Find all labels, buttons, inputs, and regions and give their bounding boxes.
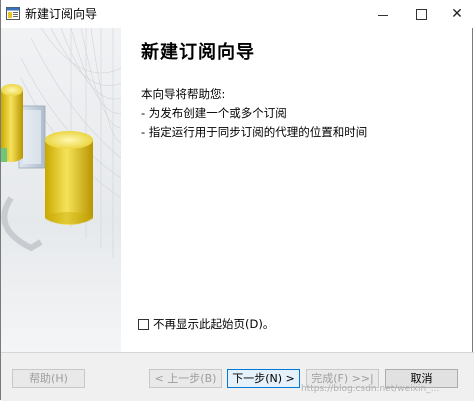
bullet-item: - 为发布创建一个或多个订阅 (141, 106, 287, 120)
intro-text: 本向导将帮助您: (141, 87, 226, 101)
window-title: 新建订阅向导 (25, 7, 98, 21)
wizard-window: 新建订阅向导 ✕ 新建订阅向导 本向导将帮助您: - 为发布创建一个或多个订阅 … (0, 0, 474, 401)
database-art-icon (1, 28, 121, 258)
maximize-button[interactable] (403, 0, 439, 28)
close-button[interactable]: ✕ (439, 0, 474, 28)
wizard-side-illustration (1, 28, 121, 352)
minimize-button[interactable] (365, 0, 401, 28)
maximize-icon (415, 8, 427, 20)
next-button[interactable]: 下一步(N) > (227, 369, 300, 388)
help-button[interactable]: 帮助(H) (12, 369, 85, 388)
watermark-text: https://blog.csdn.net/weixin_... (301, 384, 440, 394)
skip-start-page-label[interactable]: 不再显示此起始页(D)。 (153, 316, 274, 332)
close-icon: ✕ (451, 6, 463, 22)
back-button[interactable]: < 上一步(B) (149, 369, 222, 388)
app-icon (6, 7, 20, 20)
title-bar: 新建订阅向导 ✕ (1, 0, 474, 28)
minimize-icon (378, 14, 388, 16)
page-title: 新建订阅向导 (141, 42, 255, 63)
skip-start-page-option[interactable]: 不再显示此起始页(D)。 (138, 316, 274, 332)
skip-start-page-checkbox[interactable] (138, 318, 149, 330)
bullet-item: - 指定运行用于同步订阅的代理的位置和时间 (141, 125, 368, 139)
